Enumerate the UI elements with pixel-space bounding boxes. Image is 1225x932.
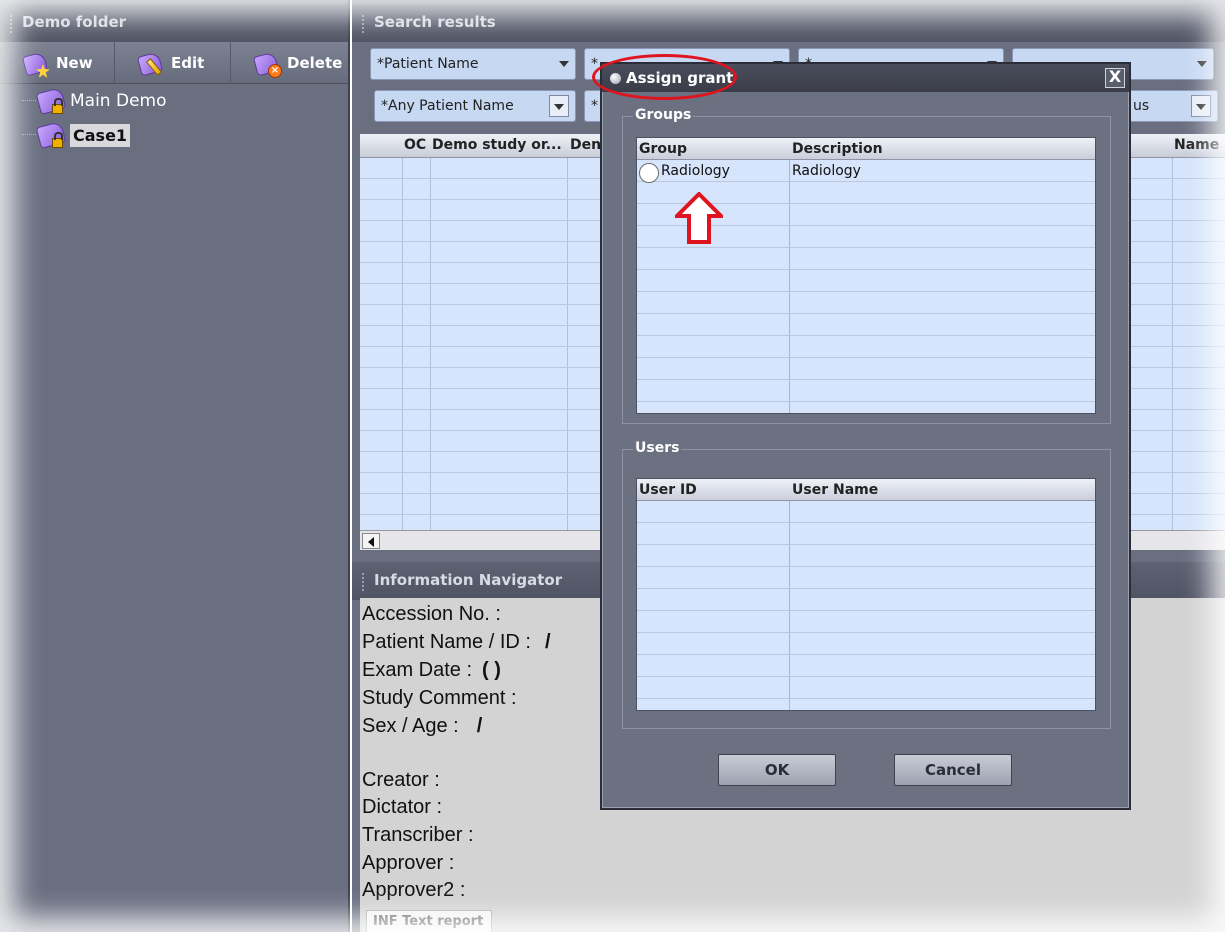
close-icon[interactable]: X [1105, 68, 1125, 88]
column-header-name[interactable]: Name [1174, 137, 1219, 153]
column-header-oc[interactable]: OC [404, 137, 426, 153]
column-header-group[interactable]: Group [639, 141, 687, 157]
table-row[interactable]: Radiology Radiology [637, 160, 1095, 183]
new-folder-icon [21, 48, 52, 78]
column-header-description[interactable]: Description [792, 141, 883, 157]
users-grid-header: User ID User Name [637, 479, 1095, 501]
column-header-user-id[interactable]: User ID [639, 482, 697, 498]
delete-folder-icon: × [252, 48, 283, 78]
info-approver2: Approver2 : [362, 879, 466, 901]
delete-button-label: Delete [287, 54, 343, 72]
panel-grip-icon[interactable] [362, 15, 368, 33]
groups-grid-header: Group Description [637, 138, 1095, 160]
info-creator: Creator : [362, 769, 440, 791]
app-window: Demo folder New Edit × Delete Main Demo … [0, 0, 1225, 932]
tree-item-main-demo[interactable]: Main Demo [34, 84, 167, 118]
title-highlight-ellipse [592, 54, 737, 100]
column-header-demo-study[interactable]: Demo study or... [432, 137, 562, 153]
demo-folder-header: Demo folder [0, 4, 348, 42]
group-radio-button[interactable] [639, 163, 659, 183]
panel-grip-icon[interactable] [362, 573, 368, 591]
groups-grid: Group Description Radiology Radiology [636, 137, 1096, 414]
edit-folder-icon [136, 48, 167, 78]
edit-button-label: Edit [171, 54, 205, 72]
search-results-header: Search results [352, 4, 1225, 42]
users-grid: User ID User Name [636, 478, 1096, 711]
red-up-arrow-icon [675, 192, 723, 244]
group-description-cell: Radiology [792, 163, 861, 179]
delete-button[interactable]: × Delete [231, 42, 348, 84]
info-exam-date: Exam Date :( ) [362, 659, 501, 681]
panel-grip-icon[interactable] [10, 15, 16, 33]
new-button-label: New [56, 54, 93, 72]
demo-folder-panel: Demo folder New Edit × Delete Main Demo … [0, 0, 350, 932]
info-sex-age: Sex / Age : / [362, 715, 483, 737]
info-study-comment: Study Comment : [362, 687, 517, 709]
shared-folder-icon [34, 118, 70, 152]
column-header-den[interactable]: Den [570, 137, 601, 153]
scroll-left-icon[interactable] [362, 533, 380, 549]
column-header-user-name[interactable]: User Name [792, 482, 878, 498]
ok-button[interactable]: OK [718, 754, 836, 786]
patient-name-filter[interactable]: *Patient Name [370, 48, 576, 80]
new-button[interactable]: New [0, 42, 115, 84]
tree-item-label: Main Demo [70, 91, 167, 111]
info-patient-name-id: Patient Name / ID : / [362, 631, 551, 653]
cancel-button[interactable]: Cancel [894, 754, 1012, 786]
folder-toolbar: New Edit × Delete [0, 42, 348, 84]
demo-folder-title: Demo folder [22, 13, 127, 31]
tree-item-label: Case1 [70, 123, 131, 147]
shared-folder-icon [34, 84, 70, 118]
users-legend: Users [633, 440, 682, 456]
group-name-cell: Radiology [661, 163, 730, 179]
search-results-title: Search results [374, 13, 496, 31]
groups-legend: Groups [633, 107, 694, 123]
info-approver: Approver : [362, 852, 455, 874]
info-dictator: Dictator : [362, 796, 443, 818]
assign-grant-dialog: Assign grant X Groups Group Description … [600, 62, 1131, 810]
tree-item-case1[interactable]: Case1 [34, 118, 131, 152]
information-navigator-title: Information Navigator [374, 571, 563, 589]
users-grid-rows [637, 501, 1095, 710]
any-patient-name-filter[interactable]: *Any Patient Name [374, 90, 576, 122]
info-accession: Accession No. : [362, 603, 501, 625]
text-report-tab[interactable]: INF Text report [366, 910, 492, 932]
edit-button[interactable]: Edit [115, 42, 231, 84]
info-transcriber: Transcriber : [362, 824, 474, 846]
